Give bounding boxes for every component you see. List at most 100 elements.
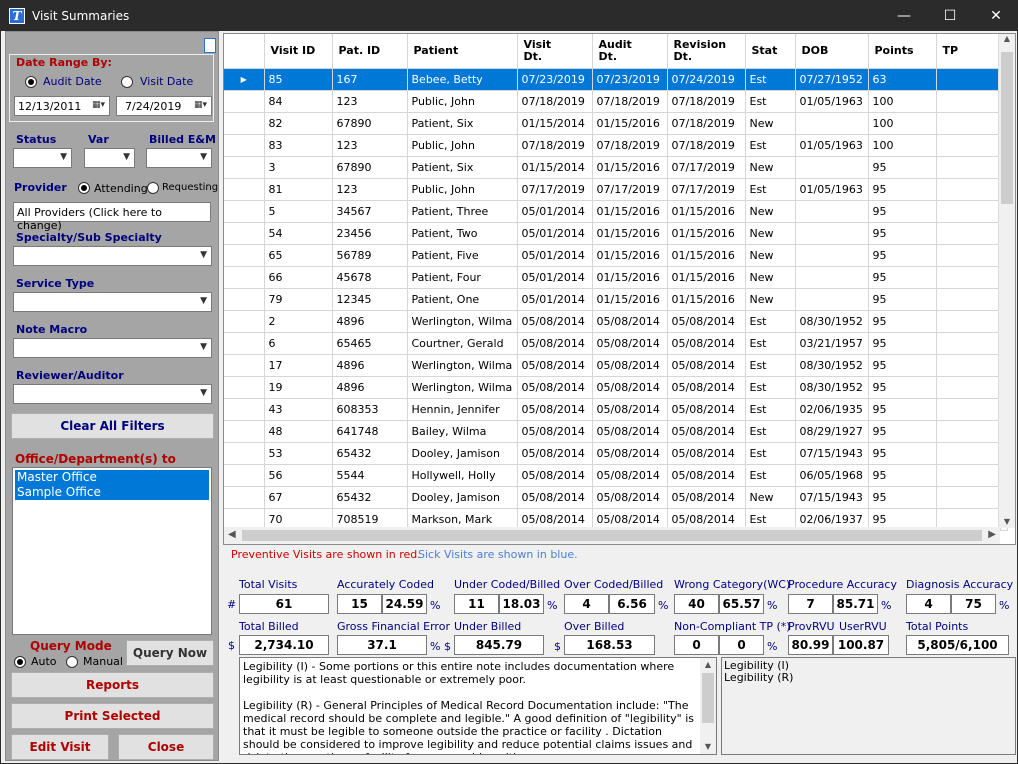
notes-scrollbar[interactable]: ▲ ▼	[700, 658, 716, 754]
notes-textarea[interactable]: Legibility (I) - Some portions or this e…	[239, 657, 717, 755]
row-header[interactable]	[224, 244, 265, 267]
edit-visit-button[interactable]: Edit Visit	[11, 734, 109, 760]
row-header[interactable]	[224, 222, 265, 245]
table-cell: Hennin, Jennifer	[407, 398, 518, 421]
row-header[interactable]	[224, 288, 265, 311]
clear-filters-button[interactable]: Clear All Filters	[11, 413, 214, 439]
row-header[interactable]	[224, 134, 265, 157]
manual-radio[interactable]	[66, 656, 78, 668]
table-cell: 06/05/1968	[795, 464, 869, 487]
row-header[interactable]	[224, 310, 265, 333]
office-item[interactable]: Sample Office	[17, 485, 209, 500]
table-row[interactable]: 84 123 Public, John 07/18/2019 07/18/2019 07/…	[224, 90, 1008, 113]
table-row[interactable]: 48 641748 Bailey, Wilma 05/08/2014 05/08/201…	[224, 420, 1008, 443]
table-row[interactable]: 19 4896 Werlington, Wilma 05/08/2014 05/08/2…	[224, 376, 1008, 399]
table-row[interactable]: 56 5544 Hollywell, Holly 05/08/2014 05/08/20…	[224, 464, 1008, 487]
specialty-select[interactable]: ▼	[13, 246, 212, 266]
row-header[interactable]	[224, 486, 265, 509]
table-row[interactable]: 53 65432 Dooley, Jamison 05/08/2014 05/08/20…	[224, 442, 1008, 465]
row-header[interactable]	[224, 200, 265, 223]
table-row[interactable]: 67 65432 Dooley, Jamison 05/08/2014 05/08/20…	[224, 486, 1008, 509]
column-header[interactable]: Pat. ID	[332, 34, 408, 69]
attending-radio[interactable]	[78, 182, 90, 194]
minimize-button[interactable]: —	[881, 1, 927, 31]
table-cell: 79	[264, 288, 333, 311]
table-row[interactable]: 79 12345 Patient, One 05/01/2014 01/15/2016 0…	[224, 288, 1008, 311]
office-listbox[interactable]: Master Office Sample Office	[12, 467, 212, 635]
codes-list[interactable]: Legibility (I) Legibility (R)	[721, 657, 1016, 755]
auto-radio[interactable]	[14, 656, 26, 668]
table-row[interactable]: 2 4896 Werlington, Wilma 05/08/2014 05/08/20…	[224, 310, 1008, 333]
column-header[interactable]: Patient	[407, 34, 518, 69]
service-type-select[interactable]: ▼	[13, 292, 212, 312]
column-header[interactable]: DOB	[795, 34, 869, 69]
table-cell: Dooley, Jamison	[407, 486, 518, 509]
audit-date-radio[interactable]	[25, 76, 37, 88]
table-cell: 05/01/2014	[517, 222, 593, 245]
table-row[interactable]: 3 67890 Patient, Six 01/15/2014 01/15/2016 07…	[224, 156, 1008, 179]
table-row[interactable]: ▶ 85 167 Bebee, Betty 07/23/2019 07/23/2019 07…	[224, 68, 1008, 91]
provider-field[interactable]: All Providers (Click here to change)	[13, 202, 211, 232]
code-item[interactable]: Legibility (R)	[724, 672, 1013, 684]
status-select[interactable]: ▼	[13, 148, 72, 168]
row-header[interactable]	[224, 420, 265, 443]
row-header[interactable]	[224, 266, 265, 289]
row-header[interactable]	[224, 112, 265, 135]
table-cell: 03/21/1957	[795, 332, 869, 355]
billed-em-select[interactable]: ▼	[146, 148, 212, 168]
close-window-button[interactable]: ✕	[973, 1, 1018, 31]
table-row[interactable]: 6 65465 Courtner, Gerald 05/08/2014 05/08/20…	[224, 332, 1008, 355]
column-header[interactable]: Points	[868, 34, 937, 69]
column-header[interactable]: TP	[936, 34, 1001, 69]
table-cell: 07/18/2019	[667, 90, 746, 113]
row-header[interactable]: ▶	[224, 68, 265, 91]
table-cell	[795, 112, 869, 135]
table-row[interactable]: 66 45678 Patient, Four 05/01/2014 01/15/2016…	[224, 266, 1008, 289]
table-row[interactable]: 82 67890 Patient, Six 01/15/2014 01/15/2016 0…	[224, 112, 1008, 135]
row-header[interactable]	[224, 178, 265, 201]
reports-button[interactable]: Reports	[11, 672, 214, 698]
note-macro-select[interactable]: ▼	[13, 338, 212, 358]
table-row[interactable]: 5 34567 Patient, Three 05/01/2014 01/15/2016…	[224, 200, 1008, 223]
row-header[interactable]	[224, 464, 265, 487]
column-header[interactable]: Visit Dt.	[517, 34, 593, 69]
close-button[interactable]: Close	[118, 734, 214, 760]
table-row[interactable]: 65 56789 Patient, Five 05/01/2014 01/15/2016…	[224, 244, 1008, 267]
column-header[interactable]: Visit ID	[264, 34, 333, 69]
column-header[interactable]: Audit Dt.	[592, 34, 668, 69]
row-header[interactable]	[224, 376, 265, 399]
percent-sign: %	[430, 599, 441, 612]
maximize-button[interactable]: ☐	[927, 1, 973, 31]
vertical-scrollbar[interactable]: ▲ ▼	[998, 34, 1015, 528]
horizontal-scrollbar[interactable]: ◀ ▶	[224, 527, 1000, 544]
table-cell: New	[745, 200, 796, 223]
row-header[interactable]	[224, 90, 265, 113]
row-header[interactable]	[224, 398, 265, 421]
query-now-button[interactable]: Query Now	[126, 640, 214, 666]
office-item[interactable]: Master Office	[17, 470, 209, 485]
print-selected-button[interactable]: Print Selected	[11, 703, 214, 729]
visit-date-radio[interactable]	[121, 76, 133, 88]
column-header[interactable]: Stat	[745, 34, 796, 69]
date-to-picker[interactable]: 7/24/2019 ▦▾	[116, 96, 212, 116]
visits-grid[interactable]: Visit ID Pat. ID Patient Visit Dt. Audit Dt.…	[223, 33, 1016, 545]
table-row[interactable]: 81 123 Public, John 07/17/2019 07/17/2019 07/…	[224, 178, 1008, 201]
table-row[interactable]: 83 123 Public, John 07/18/2019 07/18/2019 07/…	[224, 134, 1008, 157]
var-select[interactable]: ▼	[84, 148, 135, 168]
document-icon[interactable]	[204, 38, 216, 53]
row-header[interactable]	[224, 442, 265, 465]
table-cell: 05/08/2014	[667, 310, 746, 333]
row-header[interactable]	[224, 156, 265, 179]
table-cell: Est	[745, 310, 796, 333]
table-row[interactable]: 43 608353 Hennin, Jennifer 05/08/2014 05/08/…	[224, 398, 1008, 421]
row-header[interactable]	[224, 332, 265, 355]
requesting-radio[interactable]	[147, 182, 159, 194]
reviewer-select[interactable]: ▼	[13, 384, 212, 404]
table-row[interactable]: 17 4896 Werlington, Wilma 05/08/2014 05/08/2…	[224, 354, 1008, 377]
column-header[interactable]: Revision Dt.	[667, 34, 746, 69]
sick-legend: Sick Visits are shown in blue.	[418, 548, 578, 561]
date-from-picker[interactable]: 12/13/2011 ▦▾	[14, 96, 110, 116]
table-row[interactable]: 54 23456 Patient, Two 05/01/2014 01/15/2016 0…	[224, 222, 1008, 245]
row-header[interactable]	[224, 354, 265, 377]
table-cell: 01/05/1963	[795, 134, 869, 157]
